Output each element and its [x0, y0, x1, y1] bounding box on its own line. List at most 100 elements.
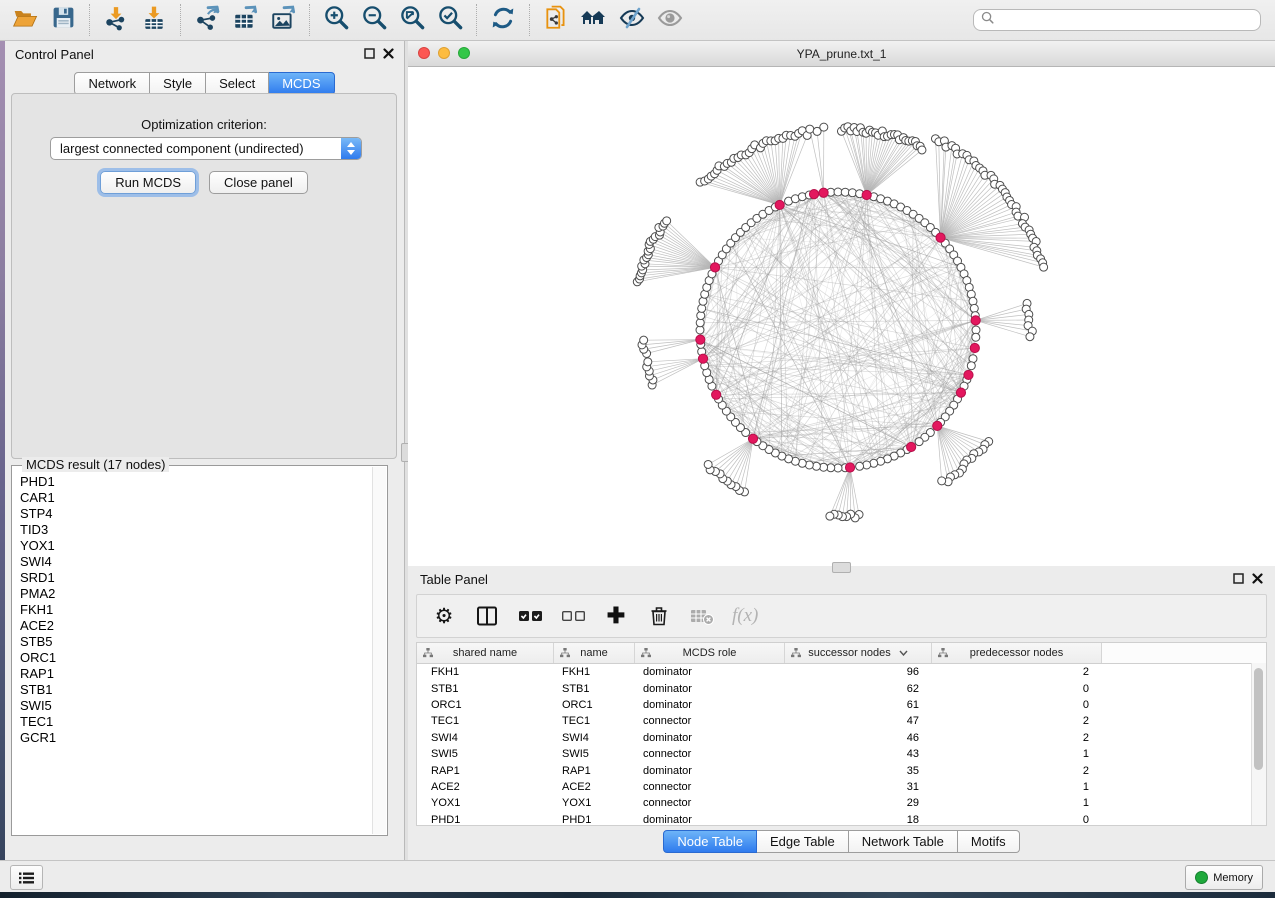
- mcds-result-item[interactable]: STB1: [13, 682, 372, 698]
- network-node[interactable]: [938, 477, 946, 485]
- close-window-traffic-light[interactable]: [418, 47, 430, 59]
- network-node[interactable]: [918, 146, 926, 154]
- mcds-hub-node[interactable]: [971, 316, 980, 325]
- memory-button[interactable]: Memory: [1185, 865, 1263, 890]
- table-tab-motifs[interactable]: Motifs: [958, 830, 1020, 853]
- import-table-button[interactable]: [135, 3, 173, 37]
- zoom-fit-button[interactable]: [393, 3, 431, 37]
- network-node[interactable]: [972, 333, 980, 341]
- mcds-result-item[interactable]: GCR1: [13, 730, 372, 746]
- network-node[interactable]: [1026, 333, 1034, 341]
- panel-menu-button[interactable]: [10, 865, 43, 890]
- search-field[interactable]: [973, 9, 1261, 31]
- mcds-hub-node[interactable]: [819, 188, 828, 197]
- optimization-criterion-select[interactable]: largest connected component (undirected): [50, 137, 362, 160]
- mcds-hub-node[interactable]: [712, 390, 721, 399]
- tab-style[interactable]: Style: [150, 72, 206, 95]
- export-image-button[interactable]: [264, 3, 302, 37]
- mcds-result-item[interactable]: STP4: [13, 506, 372, 522]
- network-node[interactable]: [640, 336, 648, 344]
- close-panel-icon[interactable]: [1252, 571, 1263, 589]
- open-session-button[interactable]: [6, 3, 44, 37]
- table-row[interactable]: SWI4SWI4dominator462: [417, 730, 1266, 746]
- close-panel-button[interactable]: Close panel: [209, 171, 308, 194]
- float-panel-icon[interactable]: [364, 46, 375, 64]
- delete-column-button[interactable]: [646, 603, 672, 629]
- network-node[interactable]: [967, 362, 975, 370]
- table-row[interactable]: ACE2ACE2connector311: [417, 779, 1266, 795]
- table-row[interactable]: RAP1RAP1dominator352: [417, 762, 1266, 778]
- table-settings-button[interactable]: ⚙: [431, 603, 457, 629]
- network-node[interactable]: [806, 125, 814, 133]
- mcds-hub-node[interactable]: [956, 388, 965, 397]
- mcds-result-item[interactable]: RAP1: [13, 666, 372, 682]
- table-tab-network-table[interactable]: Network Table: [849, 830, 958, 853]
- mcds-result-item[interactable]: STB5: [13, 634, 372, 650]
- network-node[interactable]: [698, 304, 706, 312]
- close-panel-icon[interactable]: [383, 46, 394, 64]
- mcds-result-item[interactable]: SWI5: [13, 698, 372, 714]
- save-session-button[interactable]: [44, 3, 82, 37]
- deselect-all-rows-button[interactable]: [560, 603, 586, 629]
- table-row[interactable]: YOX1YOX1connector291: [417, 795, 1266, 811]
- column-header-mcds-role[interactable]: MCDS role: [635, 643, 785, 663]
- mcds-hub-node[interactable]: [936, 233, 945, 242]
- table-row[interactable]: FKH1FKH1dominator962: [417, 664, 1266, 680]
- mcds-result-item[interactable]: YOX1: [13, 538, 372, 554]
- mcds-result-item[interactable]: SRD1: [13, 570, 372, 586]
- delete-table-button-disabled[interactable]: [689, 603, 715, 629]
- network-node[interactable]: [915, 438, 923, 446]
- column-header-predecessor-nodes[interactable]: predecessor nodes: [932, 643, 1102, 663]
- table-tab-edge-table[interactable]: Edge Table: [757, 830, 849, 853]
- zoom-in-button[interactable]: [317, 3, 355, 37]
- mcds-result-item[interactable]: PHD1: [13, 474, 372, 490]
- refresh-button[interactable]: [484, 3, 522, 37]
- network-node[interactable]: [826, 512, 834, 520]
- run-mcds-button[interactable]: Run MCDS: [100, 171, 196, 194]
- mcds-hub-node[interactable]: [970, 343, 979, 352]
- mcds-hub-node[interactable]: [845, 463, 854, 472]
- table-scrollbar[interactable]: [1251, 663, 1266, 825]
- column-header-name[interactable]: name: [554, 643, 635, 663]
- horizontal-splitter-handle[interactable]: [832, 562, 851, 573]
- mcds-hub-node[interactable]: [696, 335, 705, 344]
- share-document-button[interactable]: [537, 3, 575, 37]
- home-networks-button[interactable]: [575, 3, 613, 37]
- tab-select[interactable]: Select: [206, 72, 269, 95]
- network-node[interactable]: [969, 297, 977, 305]
- mcds-hub-node[interactable]: [862, 190, 871, 199]
- import-network-button[interactable]: [97, 3, 135, 37]
- network-node[interactable]: [820, 123, 828, 131]
- create-column-button[interactable]: ✚: [603, 603, 629, 629]
- maximize-window-traffic-light[interactable]: [458, 47, 470, 59]
- tab-mcds[interactable]: MCDS: [269, 72, 334, 95]
- column-header-shared-name[interactable]: shared name: [417, 643, 554, 663]
- mcds-result-item[interactable]: PMA2: [13, 586, 372, 602]
- mcds-result-item[interactable]: FKH1: [13, 602, 372, 618]
- mcds-hub-node[interactable]: [809, 189, 818, 198]
- minimize-window-traffic-light[interactable]: [438, 47, 450, 59]
- export-network-button[interactable]: [188, 3, 226, 37]
- table-scrollbar-thumb[interactable]: [1254, 668, 1263, 770]
- mcds-hub-node[interactable]: [775, 200, 784, 209]
- network-node[interactable]: [1040, 263, 1048, 271]
- mcds-hub-node[interactable]: [907, 442, 916, 451]
- mcds-result-item[interactable]: CAR1: [13, 490, 372, 506]
- table-row[interactable]: STB1STB1dominator620: [417, 680, 1266, 696]
- mcds-hub-node[interactable]: [748, 434, 757, 443]
- column-header-successor-nodes[interactable]: successor nodes: [785, 643, 932, 663]
- network-node[interactable]: [704, 460, 712, 468]
- zoom-selected-button[interactable]: [431, 3, 469, 37]
- network-node[interactable]: [663, 217, 671, 225]
- function-builder-button-disabled[interactable]: f(x): [732, 603, 758, 629]
- mcds-result-item[interactable]: ORC1: [13, 650, 372, 666]
- mcds-hub-node[interactable]: [964, 370, 973, 379]
- mcds-result-item[interactable]: SWI4: [13, 554, 372, 570]
- table-row[interactable]: TEC1TEC1connector472: [417, 713, 1266, 729]
- show-eye-button[interactable]: [651, 3, 689, 37]
- mcds-result-item[interactable]: TEC1: [13, 714, 372, 730]
- network-node[interactable]: [812, 462, 820, 470]
- mcds-list-scrollbar[interactable]: [372, 467, 386, 834]
- table-row[interactable]: SWI5SWI5connector431: [417, 746, 1266, 762]
- table-row[interactable]: PHD1PHD1dominator180: [417, 812, 1266, 828]
